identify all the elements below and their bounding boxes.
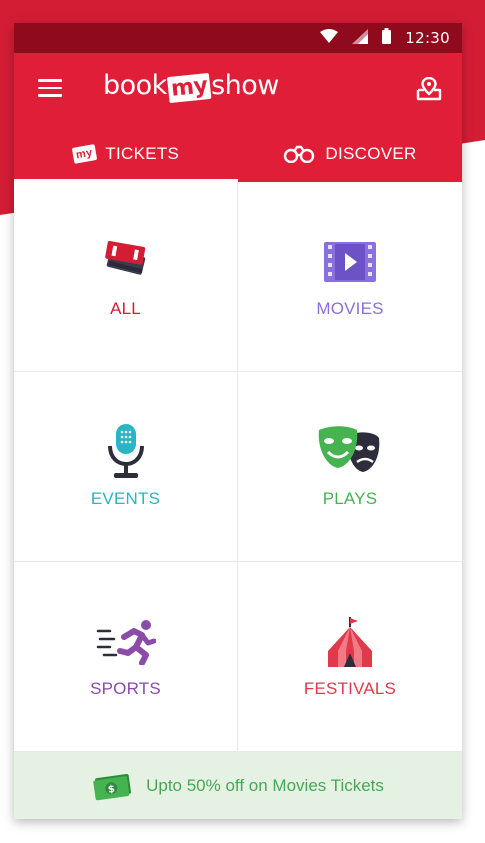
category-all[interactable]: ALL (14, 182, 238, 372)
bookmyshow-logo: book my show (103, 70, 279, 103)
offer-banner[interactable]: $ Upto 50% off on Movies Tickets (14, 752, 462, 819)
signal-icon (352, 28, 369, 48)
logo-suffix: show (211, 70, 279, 101)
tab-tickets[interactable]: my TICKETS (14, 125, 238, 182)
film-icon (324, 241, 376, 282)
tab-bar: my TICKETS DISCOVER (14, 125, 462, 182)
app-bar: book my show (14, 53, 462, 125)
offer-text: Upto 50% off on Movies Tickets (146, 775, 384, 795)
menu-button[interactable] (38, 79, 62, 97)
category-sports[interactable]: SPORTS (14, 562, 238, 752)
category-festivals[interactable]: FESTIVALS (238, 562, 462, 752)
category-plays-label: PLAYS (322, 488, 378, 508)
ticket-icon (104, 240, 145, 275)
circus-tent-icon (328, 616, 372, 667)
logo-prefix: book (103, 70, 167, 101)
category-sports-label: SPORTS (90, 678, 161, 698)
theatre-masks-icon (318, 425, 380, 472)
runner-icon (96, 619, 156, 665)
hamburger-icon (38, 79, 62, 82)
category-plays[interactable]: PLAYS (238, 372, 462, 562)
tab-tickets-label: TICKETS (105, 143, 180, 163)
status-time: 12:30 (405, 29, 450, 47)
my-badge-icon: my (71, 143, 97, 164)
status-bar: 12:30 (14, 23, 462, 53)
map-pin-icon (416, 76, 442, 101)
category-grid: ALL MOVIES EVENTS PLAYS SPORTS FESTIVALS (14, 182, 462, 752)
category-festivals-label: FESTIVALS (303, 678, 397, 698)
category-movies[interactable]: MOVIES (238, 182, 462, 372)
tab-discover[interactable]: DISCOVER (238, 125, 462, 182)
battery-icon (382, 28, 392, 48)
wifi-icon (320, 29, 339, 47)
logo-my: my (166, 72, 212, 103)
cash-icon: $ (93, 773, 132, 800)
binoculars-icon (284, 145, 315, 163)
category-events-label: EVENTS (90, 488, 161, 508)
microphone-icon (107, 423, 144, 478)
category-all-label: ALL (110, 298, 141, 318)
app-screen: 12:30 book my show my TICKETS DISCOVER A… (14, 23, 462, 819)
category-movies-label: MOVIES (316, 298, 384, 318)
tab-discover-label: DISCOVER (325, 143, 417, 163)
location-button[interactable] (416, 76, 442, 106)
category-events[interactable]: EVENTS (14, 372, 238, 562)
